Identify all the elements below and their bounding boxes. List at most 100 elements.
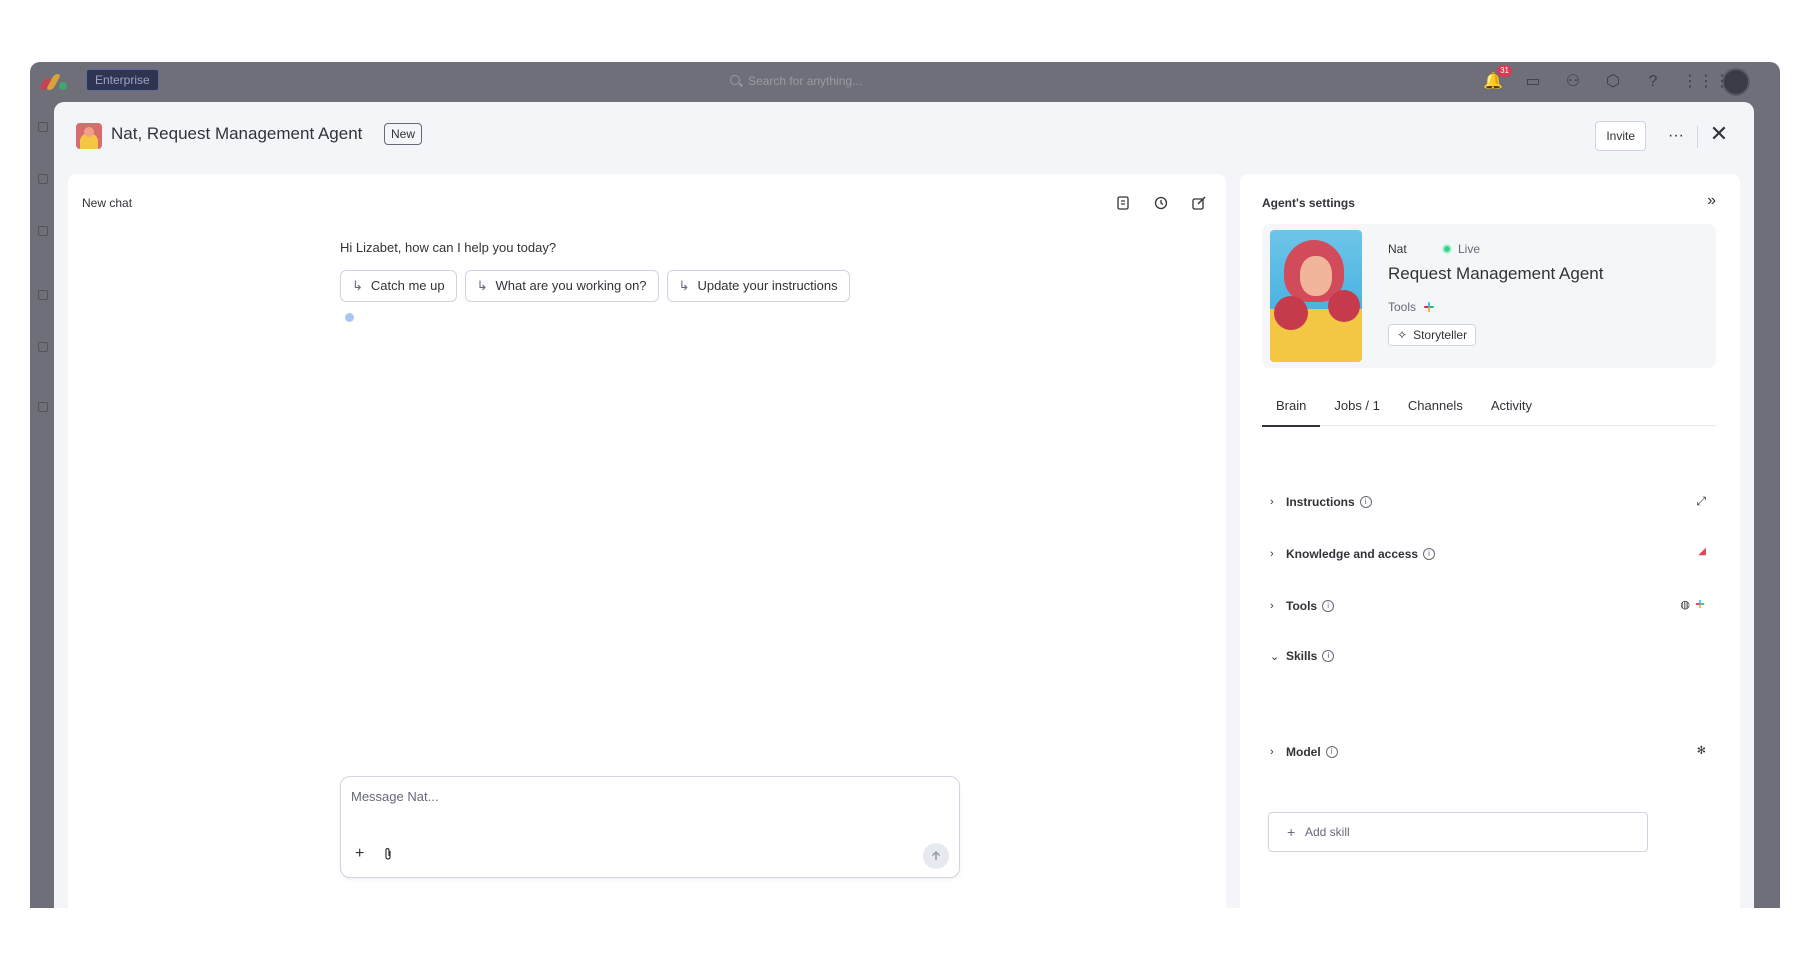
info-icon[interactable]: i xyxy=(1322,650,1335,662)
status-label: Live xyxy=(1458,242,1481,256)
section-skills[interactable]: ⌄ Skills i xyxy=(1270,644,1716,668)
globe-icon: ◍ xyxy=(1680,599,1690,611)
info-icon[interactable]: i xyxy=(1359,496,1372,508)
tab-jobs[interactable]: Jobs / 1 xyxy=(1320,394,1394,426)
chevron-right-icon: › xyxy=(1270,600,1274,612)
section-label: Tools xyxy=(1286,599,1318,613)
plus-icon[interactable]: + xyxy=(355,845,364,863)
persona-label: Storyteller xyxy=(1413,328,1468,342)
suggestion-label: Update your instructions xyxy=(697,278,838,293)
slack-icon xyxy=(1424,302,1435,312)
chevron-right-icon: › xyxy=(1270,496,1274,508)
persona-chip[interactable]: ✧ Storyteller xyxy=(1388,324,1477,346)
agent-avatar-small xyxy=(76,123,102,149)
chevron-right-icon: › xyxy=(1270,548,1274,560)
agent-card: Nat Live Request Management Agent Tools … xyxy=(1262,224,1716,368)
new-chat-icon[interactable] xyxy=(1188,192,1210,214)
model-icon: ✻ xyxy=(1696,745,1706,757)
modal-header: Nat, Request Management Agent New Invite… xyxy=(54,102,1754,172)
rail-icon xyxy=(38,226,48,236)
bell-icon[interactable]: 🔔 31 xyxy=(1482,65,1512,93)
invite-button[interactable]: Invite xyxy=(1595,121,1646,151)
agent-settings-panel: Agent's settings » Nat Live Request Mana… xyxy=(1240,174,1740,908)
tools-label: Tools xyxy=(1388,300,1417,314)
collapse-panel-icon[interactable]: » xyxy=(1707,192,1716,210)
apps-icon[interactable]: ⬡ xyxy=(1602,71,1624,93)
info-icon[interactable]: i xyxy=(1322,600,1335,612)
suggestion-chips: ↳ Catch me up ↳ What are you working on? ↳… xyxy=(340,270,850,302)
rail-icon xyxy=(38,122,48,132)
arrow-up-icon xyxy=(931,850,941,860)
tab-activity[interactable]: Activity xyxy=(1477,394,1546,426)
info-icon[interactable]: i xyxy=(1423,548,1436,560)
info-icon[interactable]: i xyxy=(1325,746,1338,758)
search-icon xyxy=(730,75,740,85)
top-bar: Enterprise Search for anything... 🔔 31 ▭ … xyxy=(30,62,1780,102)
reply-arrow-icon: ↳ xyxy=(352,278,363,293)
rail-icon xyxy=(38,290,48,300)
section-label: Skills xyxy=(1286,649,1318,663)
message-input[interactable] xyxy=(351,789,911,804)
copy-icon[interactable] xyxy=(1112,192,1134,214)
left-rail xyxy=(30,102,54,908)
message-composer: + xyxy=(340,776,960,878)
section-tools[interactable]: › Tools i ◍ xyxy=(1270,594,1716,618)
inbox-icon[interactable]: ▭ xyxy=(1522,71,1544,93)
section-label: Instructions xyxy=(1286,495,1355,509)
enterprise-badge: Enterprise xyxy=(86,69,159,91)
live-dot-icon xyxy=(1442,244,1452,254)
rail-icon xyxy=(38,174,48,184)
global-search[interactable]: Search for anything... xyxy=(722,68,1102,94)
invite-members-icon[interactable]: ⚇ xyxy=(1562,71,1584,93)
add-skill-label: Add skill xyxy=(1305,825,1350,839)
section-instructions[interactable]: › Instructions i ⤢ xyxy=(1270,490,1716,514)
reply-arrow-icon: ↳ xyxy=(678,278,690,293)
rail-icon xyxy=(38,342,48,352)
settings-tabs: Brain Jobs / 1 Channels Activity xyxy=(1262,394,1716,427)
chat-panel: New chat Hi Lizabet, how can I help you … xyxy=(68,174,1226,908)
tab-brain[interactable]: Brain xyxy=(1262,394,1321,427)
sparkle-icon: ✧ xyxy=(1397,328,1408,342)
search-placeholder: Search for anything... xyxy=(748,74,863,88)
suggestion-catch-me-up[interactable]: ↳ Catch me up xyxy=(340,270,457,302)
status-badge: Live xyxy=(1442,242,1480,256)
section-knowledge[interactable]: › Knowledge and access i ◢ xyxy=(1270,542,1716,566)
settings-title: Agent's settings xyxy=(1262,196,1355,210)
typing-indicator xyxy=(345,313,354,322)
suggestion-label: Catch me up xyxy=(370,278,445,293)
more-options-icon[interactable]: ··· xyxy=(1664,124,1688,148)
history-icon[interactable] xyxy=(1150,192,1172,214)
agent-greeting: Hi Lizabet, how can I help you today? xyxy=(340,240,557,255)
section-model[interactable]: › Model i ✻ xyxy=(1270,740,1716,764)
attachment-icon[interactable] xyxy=(383,847,393,861)
monday-logo xyxy=(38,72,68,90)
tools-row: Tools xyxy=(1388,300,1436,314)
section-label: Model xyxy=(1286,745,1321,759)
header-divider xyxy=(1697,126,1698,148)
slack-icon xyxy=(1695,599,1705,609)
notification-count: 31 xyxy=(1497,65,1512,77)
grid-menu-icon[interactable]: ⋮⋮⋮ xyxy=(1682,71,1730,93)
chat-title: New chat xyxy=(82,196,133,210)
suggestion-label: What are you working on? xyxy=(495,278,647,293)
expand-icon[interactable]: ⤢ xyxy=(1696,494,1706,509)
add-skill-button[interactable]: + Add skill xyxy=(1268,812,1648,852)
modal-title: Nat, Request Management Agent xyxy=(111,124,363,143)
help-icon[interactable]: ? xyxy=(1642,71,1664,93)
monday-mini-icon: ◢ xyxy=(1698,546,1706,557)
tab-channels[interactable]: Channels xyxy=(1394,394,1477,426)
agent-modal: Nat, Request Management Agent New Invite… xyxy=(54,102,1754,908)
send-button[interactable] xyxy=(923,843,949,869)
agent-name: Nat xyxy=(1388,242,1407,256)
close-icon[interactable]: ✕ xyxy=(1706,122,1732,148)
agent-role: Request Management Agent xyxy=(1388,264,1604,283)
chevron-right-icon: › xyxy=(1270,746,1274,758)
chevron-down-icon: ⌄ xyxy=(1270,650,1280,663)
suggestion-update-instructions[interactable]: ↳ Update your instructions xyxy=(666,270,850,302)
plus-icon: + xyxy=(1287,824,1296,840)
reply-arrow-icon: ↳ xyxy=(476,278,488,293)
rail-icon xyxy=(38,402,48,412)
suggestion-working-on[interactable]: ↳ What are you working on? xyxy=(464,270,659,302)
new-badge: New xyxy=(384,123,423,145)
agent-portrait xyxy=(1270,230,1362,362)
